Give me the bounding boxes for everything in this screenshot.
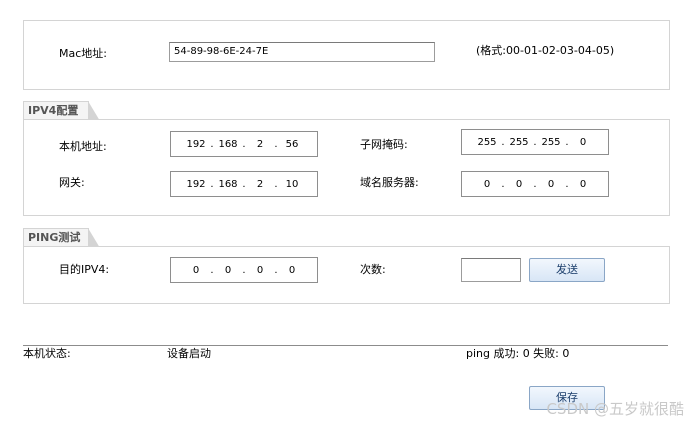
status-value: 设备启动: [167, 347, 211, 360]
ip-octet[interactable]: 0: [474, 179, 500, 190]
ip-octet[interactable]: 0: [538, 179, 564, 190]
ip-octet[interactable]: 56: [279, 139, 305, 150]
status-divider: [23, 345, 668, 346]
send-button[interactable]: 发送: [529, 258, 605, 282]
ping-result: ping 成功: 0 失败: 0: [466, 347, 570, 360]
ping-title: PING测试: [28, 231, 81, 244]
ip-octet[interactable]: 192: [183, 139, 209, 150]
ip-octet[interactable]: 0: [247, 265, 273, 276]
dns-label: 域名服务器:: [360, 176, 419, 189]
ipv4-tab: IPV4配置: [23, 101, 100, 121]
ip-octet[interactable]: 0: [279, 265, 305, 276]
ip-octet[interactable]: 2: [247, 179, 273, 190]
ip-octet[interactable]: 0: [570, 137, 596, 148]
ip-octet[interactable]: 255: [474, 137, 500, 148]
ping-tab: PING测试: [23, 228, 100, 248]
target-ipv4-label: 目的IPV4:: [59, 263, 110, 276]
ip-octet[interactable]: 168: [215, 139, 241, 150]
ip-octet[interactable]: 0: [570, 179, 596, 190]
local-addr-label: 本机地址:: [59, 140, 107, 153]
gateway-label: 网关:: [59, 176, 85, 189]
ip-octet[interactable]: 0: [215, 265, 241, 276]
mac-label: Mac地址:: [59, 47, 107, 60]
count-label: 次数:: [360, 263, 386, 276]
gateway-input[interactable]: 192. 168. 2. 10: [170, 171, 318, 197]
mac-input[interactable]: 54-89-98-6E-24-7E: [169, 42, 435, 62]
ip-octet[interactable]: 0: [506, 179, 532, 190]
subnet-input[interactable]: 255. 255. 255. 0: [461, 129, 609, 155]
ip-octet[interactable]: 0: [183, 265, 209, 276]
status-label: 本机状态:: [23, 347, 71, 360]
ip-octet[interactable]: 168: [215, 179, 241, 190]
ip-octet[interactable]: 2: [247, 139, 273, 150]
ipv4-title: IPV4配置: [28, 104, 79, 117]
ip-octet[interactable]: 192: [183, 179, 209, 190]
subnet-label: 子网掩码:: [360, 138, 408, 151]
ip-octet[interactable]: 10: [279, 179, 305, 190]
mac-format-hint: (格式:00-01-02-03-04-05): [476, 44, 615, 57]
target-ipv4-input[interactable]: 0. 0. 0. 0: [170, 257, 318, 283]
ip-octet[interactable]: 255: [506, 137, 532, 148]
count-input[interactable]: [461, 258, 521, 282]
dns-input[interactable]: 0. 0. 0. 0: [461, 171, 609, 197]
watermark: CSDN @五岁就很酷: [546, 400, 684, 418]
ip-octet[interactable]: 255: [538, 137, 564, 148]
local-addr-input[interactable]: 192. 168. 2. 56: [170, 131, 318, 157]
